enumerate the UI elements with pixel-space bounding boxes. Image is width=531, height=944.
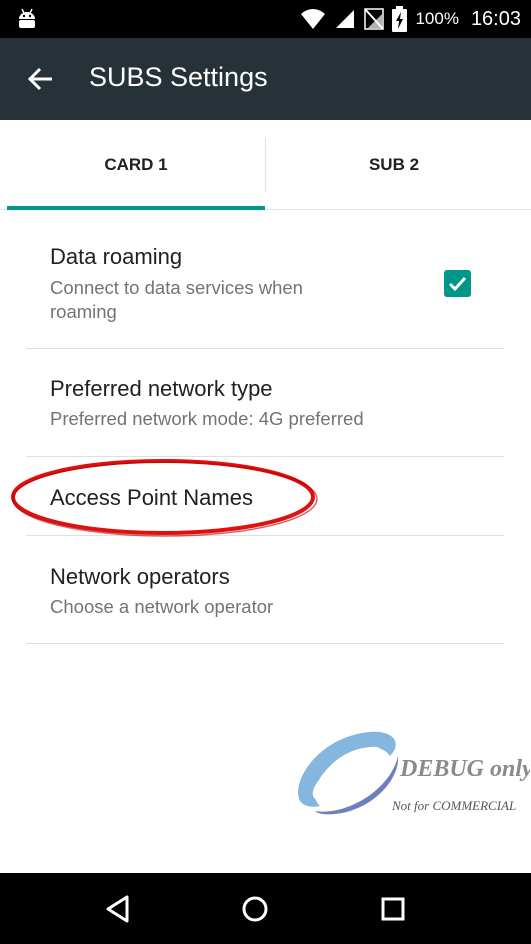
setting-preferred-network-type[interactable]: Preferred network type Preferred network… <box>26 349 504 456</box>
screen: 100% 16:03 SUBS Settings CARD 1 SUB 2 Da… <box>0 0 531 944</box>
recents-square-icon[interactable] <box>375 891 411 927</box>
android-icon <box>19 8 35 28</box>
setting-title: Access Point Names <box>50 485 253 510</box>
clock: 16:03 <box>470 7 521 30</box>
navigation-bar <box>0 873 531 944</box>
setting-title: Data roaming <box>50 244 183 269</box>
tab-sub-2[interactable]: SUB 2 <box>265 120 523 210</box>
divider <box>26 643 504 644</box>
battery-charging-icon <box>392 6 408 32</box>
setting-access-point-names[interactable]: Access Point Names <box>26 457 504 535</box>
toolbar: SUBS Settings <box>0 38 531 120</box>
watermark-line-2: Not for COMMERCIAL <box>391 798 516 813</box>
tab-card-1[interactable]: CARD 1 <box>7 120 265 210</box>
page-title: SUBS Settings <box>89 62 268 92</box>
tab-bar: CARD 1 SUB 2 <box>0 120 531 210</box>
wifi-icon <box>301 9 326 29</box>
setting-summary-line-1: Connect to data services when <box>50 277 303 298</box>
setting-summary: Choose a network operator <box>50 596 274 617</box>
status-icons: 100% 16:03 <box>300 0 521 38</box>
no-signal-icon <box>364 8 385 30</box>
watermark-logo-icon <box>298 731 399 815</box>
arrow-back-icon[interactable] <box>22 61 58 97</box>
watermark: DEBUG only Not for COMMERCIAL <box>298 731 530 815</box>
back-triangle-icon[interactable] <box>101 891 137 927</box>
status-bar: 100% 16:03 <box>0 0 531 38</box>
setting-title: Preferred network type <box>50 376 273 401</box>
signal-icon <box>336 10 355 28</box>
data-roaming-checkbox[interactable] <box>444 270 471 297</box>
setting-title: Network operators <box>50 564 230 589</box>
battery-percent: 100% <box>415 9 459 28</box>
watermark-line-1: DEBUG only <box>399 756 530 782</box>
home-circle-icon[interactable] <box>237 891 273 927</box>
tab-indicator <box>7 206 265 210</box>
setting-data-roaming[interactable]: Data roaming Connect to data services wh… <box>26 230 504 348</box>
setting-network-operators[interactable]: Network operators Choose a network opera… <box>26 536 504 643</box>
setting-summary-line-2: roaming <box>50 301 117 322</box>
check-icon <box>448 276 467 292</box>
setting-summary: Preferred network mode: 4G preferred <box>50 408 364 429</box>
